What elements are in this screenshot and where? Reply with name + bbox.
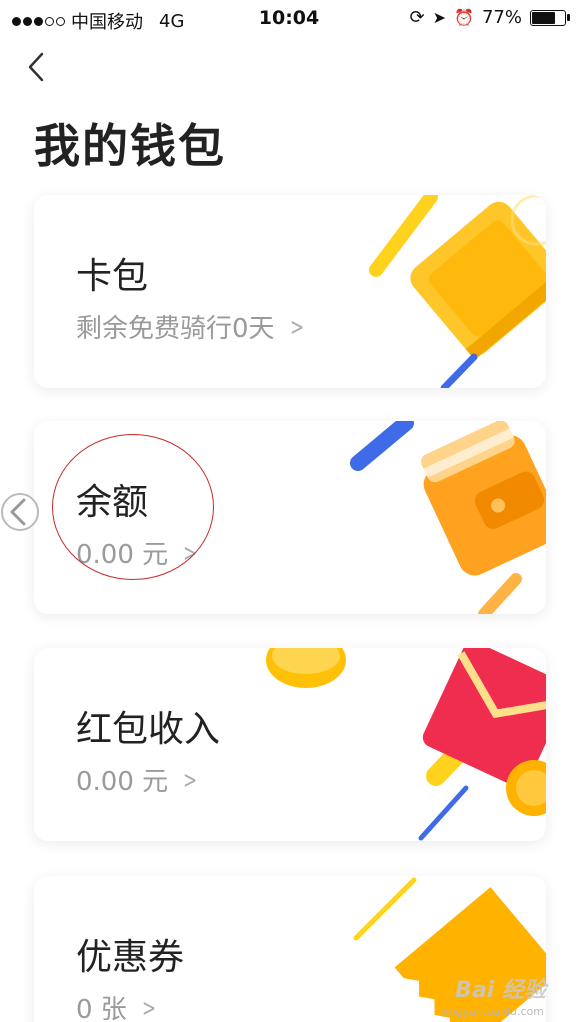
rotation-lock-icon: ⟳ <box>409 7 425 28</box>
card-subtitle: 剩余免费骑行0天 > <box>76 308 307 345</box>
balance-card[interactable]: 余额 0.00 元 > <box>34 421 546 614</box>
card-title: 卡包 <box>76 256 149 297</box>
status-bar-right: ⟳ ➤ ⏰ 77% <box>409 7 570 28</box>
card-subtitle: 0 张 > <box>76 989 159 1022</box>
battery-percent: 77% <box>481 7 522 28</box>
chevron-right-icon: > <box>289 312 304 341</box>
status-bar: 中国移动 4G 10:04 ⟳ ➤ ⏰ 77% <box>0 0 578 36</box>
chevron-right-icon: > <box>183 538 198 567</box>
card-title: 优惠券 <box>76 937 185 978</box>
chevron-right-icon: > <box>183 765 198 794</box>
battery-icon <box>530 9 570 26</box>
battery-level <box>532 11 556 24</box>
baidu-watermark: Bai 经验 <box>455 978 546 1003</box>
alarm-icon: ⏰ <box>454 8 474 27</box>
card-title: 红包收入 <box>76 709 221 750</box>
card-subtitle-text: 0.00 元 <box>76 767 169 797</box>
wallet-screen: 中国移动 4G 10:04 ⟳ ➤ ⏰ 77% 我的钱包 卡包 剩余免费骑行0天… <box>0 0 578 1022</box>
card-subtitle: 0.00 元 > <box>76 534 200 571</box>
previous-slide-icon[interactable] <box>0 488 40 536</box>
red-packet-income-card[interactable]: 红包收入 0.00 元 > <box>34 648 546 841</box>
red-packet-illustration <box>266 648 546 841</box>
card-subtitle: 0.00 元 > <box>76 761 200 798</box>
card-pack-illustration <box>369 195 546 388</box>
card-pack-card[interactable]: 卡包 剩余免费骑行0天 > <box>34 195 546 388</box>
card-subtitle-text: 剩余免费骑行0天 <box>76 314 275 344</box>
balance-wallet-illustration <box>350 421 546 614</box>
location-icon: ➤ <box>432 8 447 27</box>
page-title: 我的钱包 <box>34 119 226 173</box>
chevron-right-icon: > <box>141 993 156 1022</box>
back-arrow-icon[interactable] <box>22 50 56 84</box>
card-subtitle-text: 0.00 元 <box>76 540 169 570</box>
card-title: 余额 <box>76 482 149 523</box>
baidu-watermark-url: jingyan.baidu.com <box>442 1005 544 1018</box>
card-subtitle-text: 0 张 <box>76 995 127 1022</box>
